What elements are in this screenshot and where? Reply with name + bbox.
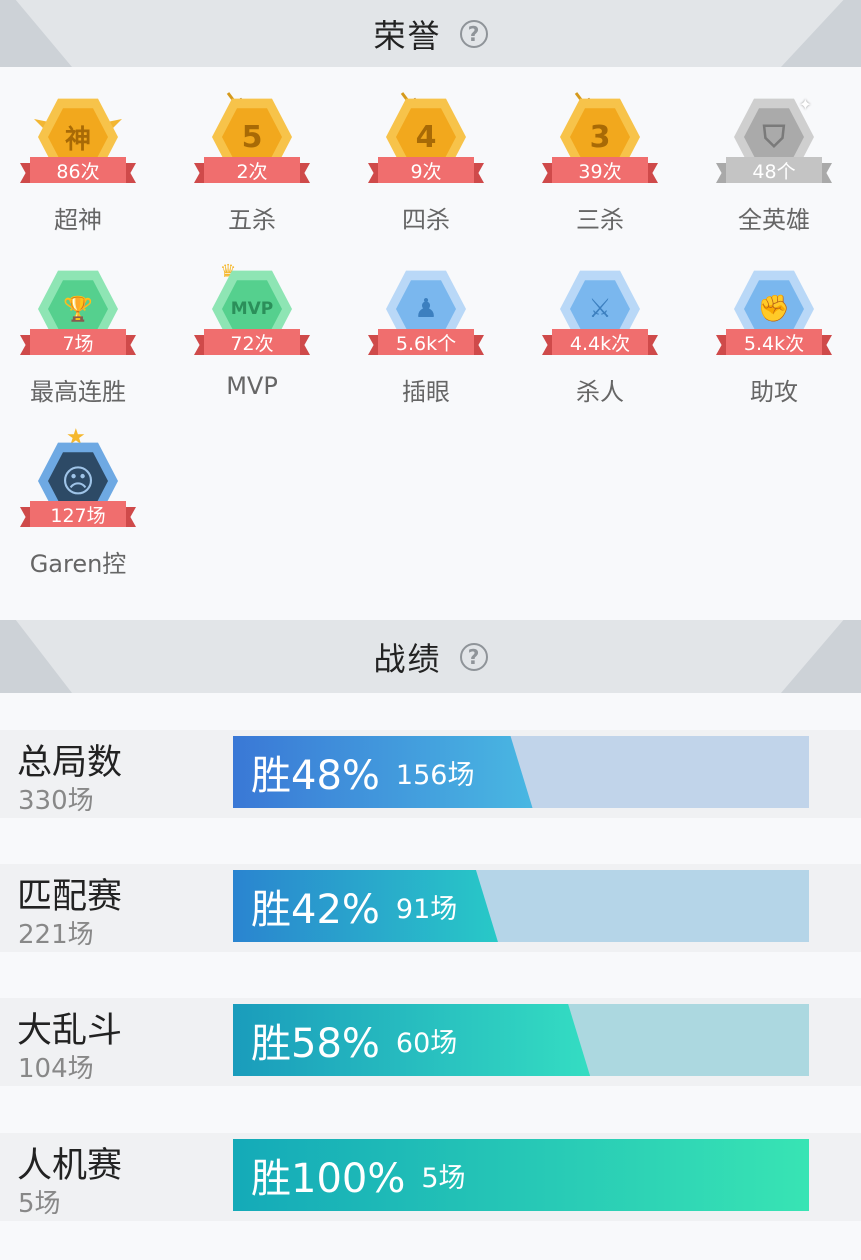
badge-kills[interactable]: ⚔ 4.4k次 杀人 xyxy=(530,257,670,427)
badge-label: 最高连胜 xyxy=(30,378,126,406)
badge-label: 五杀 xyxy=(228,206,276,234)
mode-name: 匹配赛 xyxy=(17,877,123,917)
count-ribbon: 9次 xyxy=(368,157,484,183)
mode-games: 330场 xyxy=(18,786,94,816)
record-section-header: 战绩 ? xyxy=(0,620,861,693)
badge-godlike[interactable]: 神 86次 超神 xyxy=(8,85,148,255)
badge-count: 7场 xyxy=(30,329,126,355)
honor-help-icon[interactable]: ? xyxy=(459,19,488,48)
badge-count: 2次 xyxy=(204,157,300,183)
badge-label: 助攻 xyxy=(750,378,798,406)
badge-pentakill[interactable]: 5 2次 五杀 xyxy=(182,85,322,255)
wins-count: 156场 xyxy=(395,759,475,791)
mode-name: 总局数 xyxy=(17,743,123,783)
count-ribbon: 39次 xyxy=(542,157,658,183)
badge-triplekill[interactable]: 3 39次 三杀 xyxy=(530,85,670,255)
badge-count: 127场 xyxy=(30,501,126,527)
badge-wards[interactable]: ♟ 5.6k个 插眼 xyxy=(356,257,496,427)
record-row-aram[interactable]: 大乱斗 104场 胜58% 60场 xyxy=(0,998,861,1086)
win-rate-label: 胜42% xyxy=(251,887,380,933)
badge-win-streak[interactable]: 🏆 7场 最高连胜 xyxy=(8,257,148,427)
badge-label: 杀人 xyxy=(576,378,624,406)
count-ribbon: 5.4k次 xyxy=(716,329,832,355)
win-rate-bar: 胜100% 5场 xyxy=(233,1139,809,1211)
count-ribbon: 72次 xyxy=(194,329,310,355)
record-row-coop-vs-ai[interactable]: 人机赛 5场 胜100% 5场 xyxy=(0,1133,861,1221)
count-ribbon: 5.6k个 xyxy=(368,329,484,355)
count-ribbon: 4.4k次 xyxy=(542,329,658,355)
record-title: 战绩 xyxy=(373,639,442,678)
sparkle-icon: ✦ xyxy=(798,95,812,114)
header-left-decoration xyxy=(0,620,72,693)
badge-count: 5.4k次 xyxy=(726,329,822,355)
header-left-decoration xyxy=(0,0,72,67)
header-right-decoration xyxy=(781,0,861,67)
count-ribbon: 86次 xyxy=(20,157,136,183)
badge-garen-main[interactable]: ★ ☹ 127场 Garen控 xyxy=(8,425,148,599)
win-rate-label: 胜100% xyxy=(251,1156,406,1202)
mode-games: 221场 xyxy=(18,920,94,950)
header-right-decoration xyxy=(781,620,861,693)
badge-count: 4.4k次 xyxy=(552,329,648,355)
badge-label: Garen控 xyxy=(29,550,127,578)
mode-name: 人机赛 xyxy=(17,1146,123,1186)
honor-section-header: 荣誉 ? xyxy=(0,0,861,67)
badge-count: 86次 xyxy=(30,157,126,183)
badge-count: 5.6k个 xyxy=(378,329,474,355)
badge-label: 超神 xyxy=(54,206,102,234)
badge-label: 全英雄 xyxy=(738,206,810,234)
wins-count: 60场 xyxy=(395,1027,458,1059)
win-rate-bar: 胜58% 60场 xyxy=(233,1004,809,1076)
count-ribbon: 127场 xyxy=(20,501,136,527)
win-rate-label: 胜58% xyxy=(251,1021,380,1067)
honor-badge-grid: 神 86次 超神 5 2次 五杀 4 9次 四杀 3 39次 三杀 ⛉ ✦ 48… xyxy=(0,67,861,620)
badge-all-heroes[interactable]: ⛉ ✦ 48个 全英雄 xyxy=(704,85,844,255)
honor-title: 荣誉 xyxy=(373,16,442,55)
mode-games: 104场 xyxy=(18,1054,94,1084)
count-ribbon: 7场 xyxy=(20,329,136,355)
mode-name: 大乱斗 xyxy=(17,1011,123,1051)
count-ribbon: 2次 xyxy=(194,157,310,183)
win-rate-bar: 胜48% 156场 xyxy=(233,736,809,808)
badge-label: 三杀 xyxy=(576,206,624,234)
wins-count: 5场 xyxy=(421,1162,466,1194)
win-rate-label: 胜48% xyxy=(251,753,380,799)
badge-label: 插眼 xyxy=(402,378,450,406)
mode-games: 5场 xyxy=(18,1189,61,1219)
badge-count: 39次 xyxy=(552,157,648,183)
wins-count: 91场 xyxy=(395,893,458,925)
badge-count: 9次 xyxy=(378,157,474,183)
record-row-matchmade[interactable]: 匹配赛 221场 胜42% 91场 xyxy=(0,864,861,952)
badge-label: 四杀 xyxy=(402,206,450,234)
record-row-total[interactable]: 总局数 330场 胜48% 156场 xyxy=(0,730,861,818)
record-help-icon[interactable]: ? xyxy=(459,642,488,671)
badge-count: 48个 xyxy=(726,157,822,183)
badge-count: 72次 xyxy=(204,329,300,355)
badge-label: MVP xyxy=(226,372,278,400)
record-list: 总局数 330场 胜48% 156场 匹配赛 221场 胜42% 91场 大乱斗… xyxy=(0,693,861,1260)
badge-assists[interactable]: ✊ 5.4k次 助攻 xyxy=(704,257,844,427)
count-ribbon: 48个 xyxy=(716,157,832,183)
win-rate-bar: 胜42% 91场 xyxy=(233,870,809,942)
badge-quadrakill[interactable]: 4 9次 四杀 xyxy=(356,85,496,255)
badge-mvp[interactable]: ♛ MVP 72次 MVP xyxy=(182,257,322,427)
